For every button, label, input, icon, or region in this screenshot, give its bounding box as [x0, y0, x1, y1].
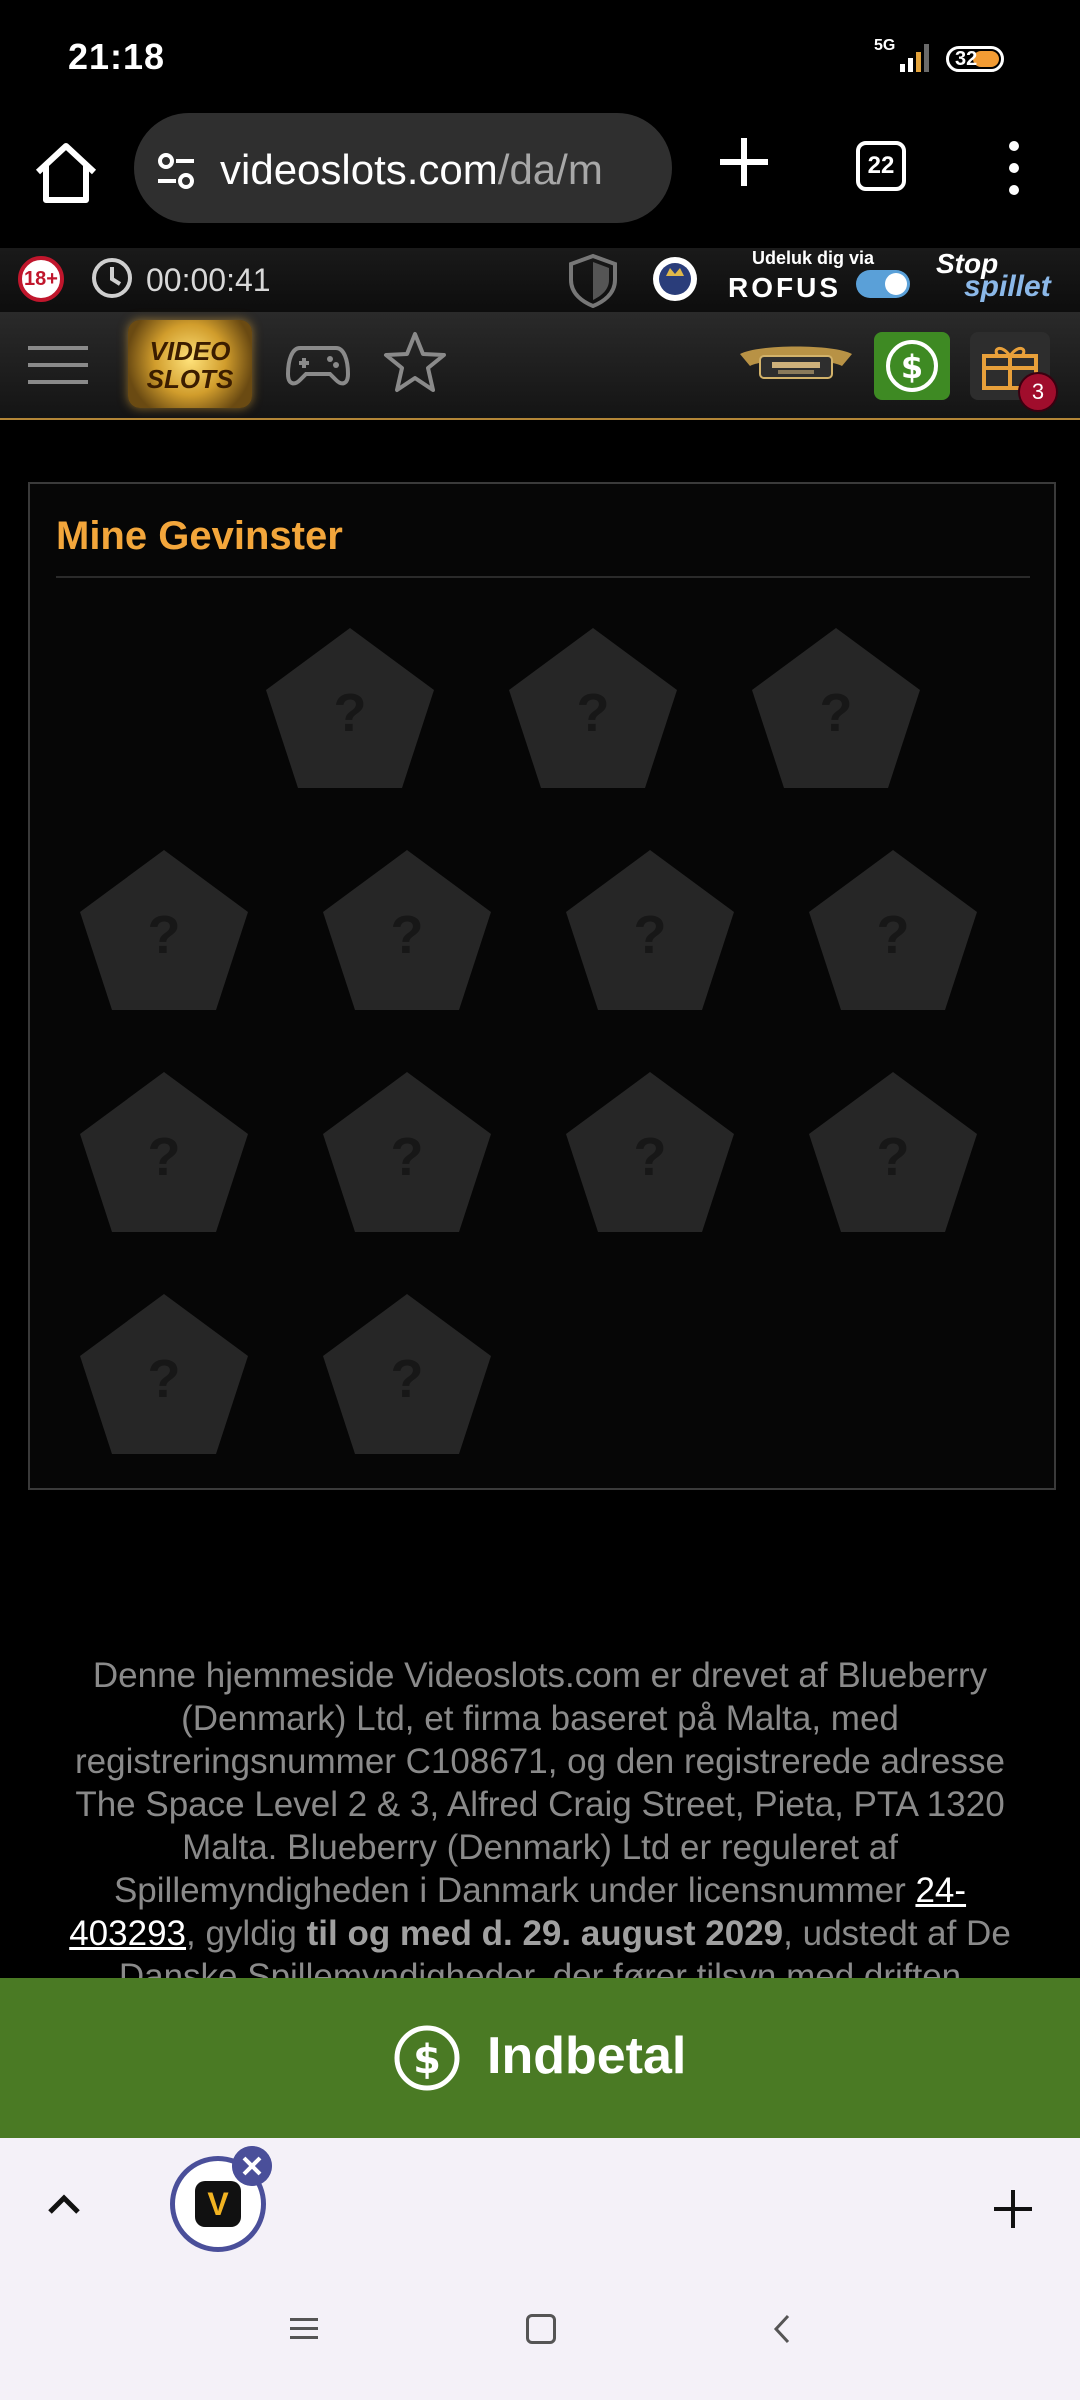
- prize-slot[interactable]: ?: [76, 1068, 252, 1236]
- browser-bottom-bar: V: [0, 2138, 1080, 2400]
- prize-slot[interactable]: ?: [505, 624, 681, 792]
- prize-placeholder: ?: [633, 905, 667, 965]
- prize-slot[interactable]: ?: [562, 846, 738, 1014]
- system-back-icon[interactable]: [770, 2312, 794, 2346]
- url-text[interactable]: videoslots.com/da/m: [220, 146, 603, 194]
- rewards-count-badge: 3: [1018, 372, 1058, 412]
- tune-icon[interactable]: [154, 149, 198, 193]
- crest-icon[interactable]: [650, 254, 700, 304]
- legal-footer-text: Denne hjemmeside Videoslots.com er dreve…: [69, 1656, 1011, 1996]
- battery-level: 32: [955, 48, 978, 70]
- panel-title: Mine Gevinster: [56, 514, 343, 558]
- prize-placeholder: ?: [390, 1127, 424, 1187]
- age-limit-badge: 18+: [18, 256, 64, 302]
- clock-time: 21:18: [68, 36, 166, 77]
- videoslots-favicon: V: [195, 2181, 241, 2227]
- prize-slot[interactable]: ?: [76, 1290, 252, 1458]
- prize-placeholder: ?: [876, 905, 910, 965]
- divider: [56, 576, 1030, 578]
- prize-placeholder: ?: [633, 1127, 667, 1187]
- rofus-label[interactable]: ROFUS: [728, 272, 841, 304]
- prize-placeholder: ?: [876, 1127, 910, 1187]
- prize-placeholder: ?: [147, 1127, 181, 1187]
- site-header: VIDEO SLOTS $ 3: [0, 312, 1080, 420]
- prize-placeholder: ?: [390, 905, 424, 965]
- address-bar[interactable]: videoslots.com/da/m: [134, 113, 672, 223]
- close-icon[interactable]: [232, 2146, 272, 2186]
- prize-placeholder: ?: [147, 905, 181, 965]
- prize-slot[interactable]: ?: [319, 1290, 495, 1458]
- plus-icon[interactable]: [990, 2186, 1036, 2232]
- prize-placeholder: ?: [147, 1349, 181, 1409]
- prize-slot[interactable]: ?: [748, 624, 924, 792]
- svg-text:$: $: [413, 2037, 441, 2083]
- dollar-icon: $: [394, 2025, 460, 2091]
- system-home-button[interactable]: [526, 2314, 556, 2344]
- deposit-label[interactable]: Indbetal: [487, 2026, 686, 2086]
- clock-icon: [92, 258, 132, 298]
- prize-slot[interactable]: ?: [319, 1068, 495, 1236]
- gamepad-icon[interactable]: [286, 338, 350, 394]
- stopspillet-logo-bottom[interactable]: spillet: [964, 270, 1051, 304]
- battery-icon: 32: [946, 46, 1004, 72]
- dollar-icon: $: [886, 340, 938, 392]
- prize-slot[interactable]: ?: [805, 1068, 981, 1236]
- home-icon[interactable]: [28, 136, 104, 212]
- prize-slot[interactable]: ?: [805, 846, 981, 1014]
- tab-switcher-button[interactable]: 22: [856, 141, 906, 191]
- status-bar: 21:18 5G 32: [0, 0, 1080, 110]
- network-type: 5G: [874, 37, 896, 54]
- system-recents-icon[interactable]: [286, 2314, 322, 2344]
- menu-icon[interactable]: [28, 342, 88, 388]
- prize-placeholder: ?: [333, 683, 367, 743]
- prize-placeholder: ?: [576, 683, 610, 743]
- chevron-up-icon[interactable]: [44, 2184, 84, 2224]
- prize-slot[interactable]: ?: [262, 624, 438, 792]
- browser-toolbar: videoslots.com/da/m 22: [0, 110, 1080, 248]
- deposit-button[interactable]: $ Indbetal: [0, 1978, 1080, 2138]
- prize-slot[interactable]: ?: [319, 846, 495, 1014]
- responsible-gaming-bar: 18+ 00:00:41 Udeluk dig via ROFUS Stop s…: [0, 248, 1080, 312]
- new-tab-plus-icon[interactable]: [714, 132, 774, 192]
- prize-placeholder: ?: [390, 1349, 424, 1409]
- signal-icon: [900, 44, 929, 72]
- shield-icon[interactable]: [565, 252, 621, 308]
- rofus-toggle[interactable]: [856, 270, 910, 298]
- my-winnings-panel: Mine Gevinster ?????????????: [28, 482, 1056, 1490]
- svg-text:$: $: [901, 348, 923, 386]
- deposit-shortcut-button[interactable]: $: [874, 332, 950, 400]
- more-icon[interactable]: [1000, 138, 1028, 198]
- rofus-caption[interactable]: Udeluk dig via: [752, 248, 874, 269]
- star-icon[interactable]: [382, 330, 448, 396]
- videoslots-logo[interactable]: VIDEO SLOTS: [128, 320, 252, 408]
- prize-placeholder: ?: [819, 683, 853, 743]
- prize-slot[interactable]: ?: [76, 846, 252, 1014]
- battle-of-slots-logo[interactable]: [738, 340, 854, 390]
- prize-slot[interactable]: ?: [562, 1068, 738, 1236]
- session-timer: 00:00:41: [146, 262, 271, 298]
